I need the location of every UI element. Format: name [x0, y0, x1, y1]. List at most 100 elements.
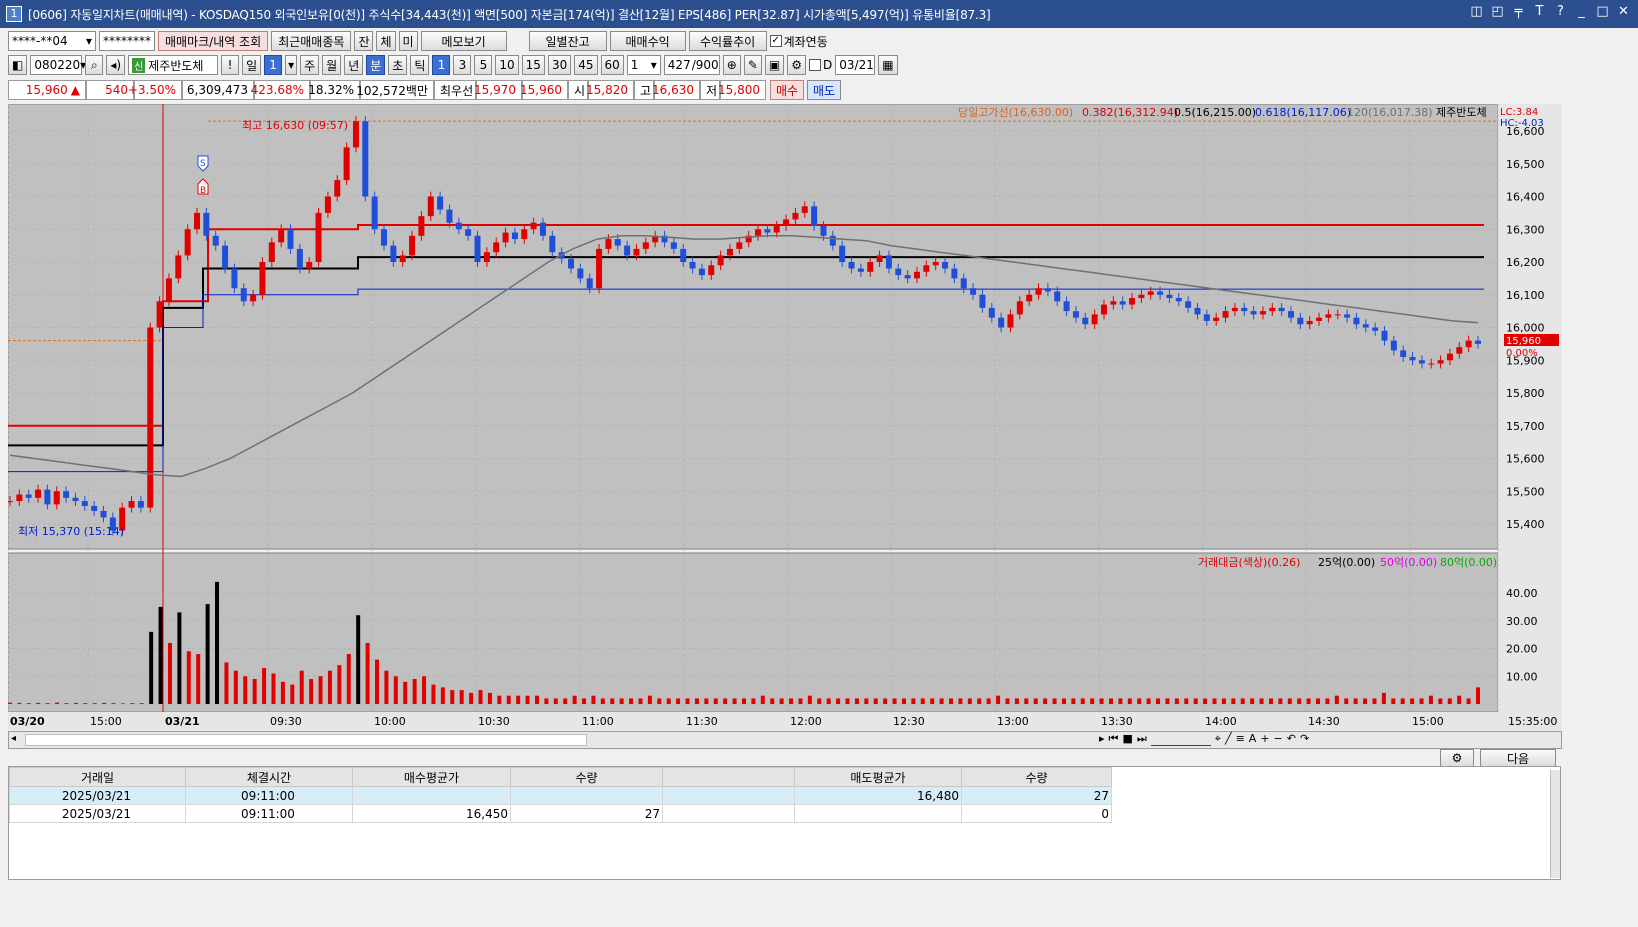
trade-profit-button[interactable]: 매매수익	[609, 31, 686, 51]
volume-bar	[120, 703, 125, 704]
fibonacci-icon[interactable]: ≡	[1236, 732, 1245, 746]
minute-45[interactable]: 45	[574, 55, 598, 75]
period-month[interactable]: 월	[322, 55, 342, 75]
table-row[interactable]: 2025/03/21 09:11:00 16,480 27	[9, 786, 1112, 805]
calendar-icon[interactable]: ▦	[878, 55, 898, 75]
balance-button[interactable]: 잔	[354, 31, 374, 51]
period-day[interactable]: 일	[242, 55, 262, 75]
indicator-icon[interactable]: ⊕	[722, 55, 741, 75]
search-icon[interactable]: ⌕	[85, 55, 104, 75]
crosshair-icon[interactable]: ⌖	[1215, 732, 1221, 746]
maximize-button[interactable]: □	[1594, 4, 1611, 19]
chevron-down-icon[interactable]: ▾	[285, 55, 298, 75]
alert-icon[interactable]: !	[221, 55, 240, 75]
volume-bar	[949, 698, 954, 704]
volume-bar	[694, 698, 699, 704]
trade-mark-lookup-button[interactable]: 매매마크/내역 조회	[158, 31, 269, 51]
volume-bar	[177, 612, 182, 704]
col-sell-qty[interactable]: 수량	[961, 767, 1112, 787]
candle-body	[483, 252, 490, 262]
table-row[interactable]: 2025/03/21 09:11:00 16,450 27 0	[9, 804, 1112, 823]
trend-line-icon[interactable]: ╱	[1225, 732, 1232, 746]
candle-body	[792, 212, 799, 220]
link-window-icon[interactable]: ◫	[1468, 4, 1485, 19]
recent-trades-button[interactable]: 최근매매종목	[271, 31, 352, 51]
scroll-left-icon[interactable]: ◂	[11, 733, 16, 744]
text-tool-icon[interactable]: A	[1249, 732, 1257, 746]
candle-body	[25, 494, 32, 498]
layout-icon[interactable]: ◰	[1489, 4, 1506, 19]
volume-tick-label: 10.00	[1506, 670, 1538, 683]
panel-icon[interactable]: ◧	[8, 55, 28, 75]
candle-body	[1203, 314, 1210, 321]
help-icon[interactable]: ?	[1552, 4, 1569, 19]
chart-scrollbar[interactable]: ◂ ▸ ⏮ ■ ⏭ ⌖ ╱ ≡ A + − ↶ ↷	[8, 731, 1562, 749]
memo-button[interactable]: 메모보기	[420, 31, 507, 51]
data-count-field[interactable]: 427/900	[663, 55, 720, 75]
redo-icon[interactable]: ↷	[1300, 732, 1309, 746]
speaker-icon[interactable]: ◂)	[106, 55, 126, 75]
sell-button[interactable]: 매도	[807, 80, 841, 100]
pin-icon[interactable]: ╤	[1510, 4, 1527, 19]
last-icon[interactable]: ⏭	[1137, 732, 1147, 746]
minute-30[interactable]: 30	[547, 55, 572, 75]
minute-5[interactable]: 5	[474, 55, 493, 75]
volume-bar	[1231, 698, 1236, 704]
volume-bar	[186, 651, 191, 704]
date-toggle[interactable]: D	[809, 58, 832, 72]
minute-10[interactable]: 10	[495, 55, 519, 75]
date-field[interactable]: 03/21	[835, 55, 876, 75]
account-link-toggle[interactable]: ✓ 계좌연동	[769, 33, 828, 50]
zoom-out-icon[interactable]: −	[1274, 732, 1283, 746]
gear-icon[interactable]: ⚙	[1440, 749, 1474, 767]
filled-button[interactable]: 체	[376, 31, 396, 51]
draw-tool-icon[interactable]: ✎	[743, 55, 762, 75]
stop-icon[interactable]: ■	[1122, 732, 1132, 746]
stock-code-input[interactable]: 080220 ▾	[30, 55, 86, 75]
multiplier-select[interactable]: 1 ▾	[626, 55, 661, 75]
close-button[interactable]: ✕	[1615, 4, 1632, 19]
zoom-slider[interactable]	[1150, 732, 1211, 746]
grid-vscroll[interactable]	[1550, 770, 1560, 878]
period-second[interactable]: 초	[388, 55, 408, 75]
table-header: 거래일 체결시간 매수평균가 수량 매도평균가 수량	[9, 767, 1112, 787]
price-chart[interactable]: 16,60016,50016,40016,30016,20016,10016,0…	[8, 104, 1562, 730]
minute-3[interactable]: 3	[453, 55, 472, 75]
col-buy-qty[interactable]: 수량	[510, 767, 663, 787]
scroll-thumb[interactable]	[25, 734, 587, 746]
password-field[interactable]: ********	[99, 31, 155, 51]
minute-60[interactable]: 60	[600, 55, 624, 75]
period-day-count[interactable]: 1	[264, 55, 283, 75]
period-week[interactable]: 주	[300, 55, 320, 75]
account-select[interactable]: ****-**04 ▾	[8, 31, 96, 51]
first-icon[interactable]: ⏮	[1109, 732, 1119, 746]
next-button[interactable]: 다음	[1480, 749, 1556, 767]
minute-1[interactable]: 1	[432, 55, 451, 75]
period-minute[interactable]: 분	[366, 55, 386, 75]
volume-ratio: 423.68%	[251, 80, 310, 100]
candle-body	[1044, 288, 1051, 292]
zoom-in-icon[interactable]: +	[1260, 732, 1269, 746]
volume-bar	[1363, 698, 1368, 704]
save-icon[interactable]: ▣	[764, 55, 785, 75]
unfilled-button[interactable]: 미	[398, 31, 418, 51]
text-icon[interactable]: T	[1531, 4, 1548, 19]
col-sell-avg[interactable]: 매도평균가	[794, 767, 962, 787]
undo-icon[interactable]: ↶	[1287, 732, 1296, 746]
data-count-total: /900	[691, 58, 719, 72]
col-trade-date[interactable]: 거래일	[9, 767, 186, 787]
period-year[interactable]: 년	[344, 55, 364, 75]
return-trend-button[interactable]: 수익률추이	[688, 31, 767, 51]
candle-body	[1175, 298, 1182, 302]
scroll-right-icon[interactable]: ▸	[1099, 732, 1105, 746]
minimize-button[interactable]: _	[1573, 4, 1590, 19]
buy-button[interactable]: 매수	[770, 80, 804, 100]
minute-15[interactable]: 15	[521, 55, 545, 75]
stock-name-field[interactable]: 신 제주반도체	[128, 55, 219, 75]
col-fill-time[interactable]: 체결시간	[185, 767, 353, 787]
daily-balance-button[interactable]: 일별잔고	[528, 31, 607, 51]
volume-bar	[1297, 698, 1302, 704]
col-buy-avg[interactable]: 매수평균가	[352, 767, 511, 787]
period-tick[interactable]: 틱	[410, 55, 430, 75]
gear-icon[interactable]: ⚙	[787, 55, 807, 75]
